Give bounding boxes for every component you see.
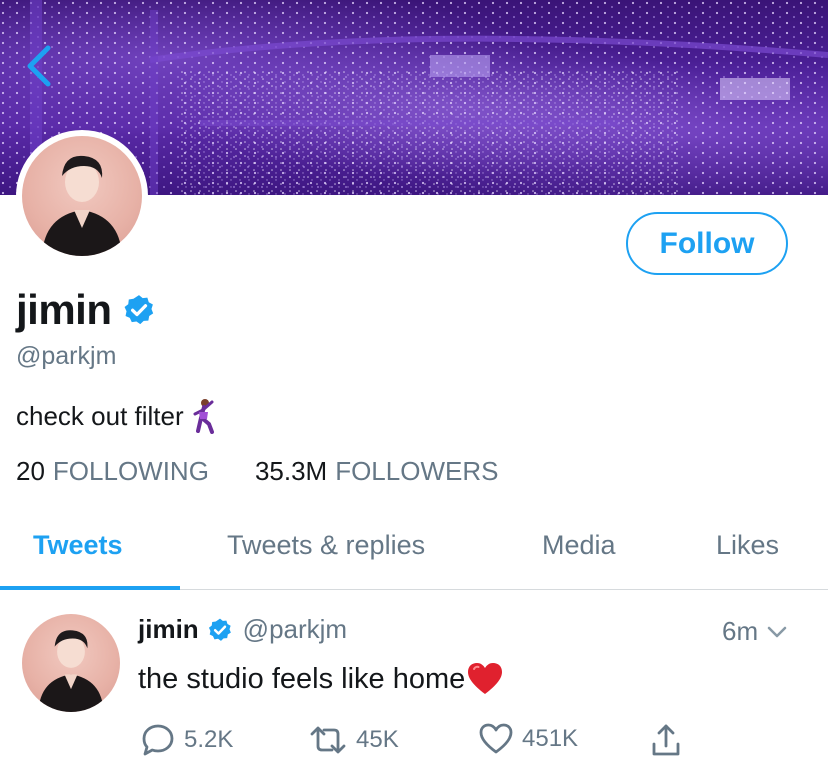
active-tab-indicator [0, 586, 180, 590]
following-label: FOLLOWING [52, 456, 209, 486]
tab-tweets-and-replies[interactable]: Tweets & replies [227, 530, 425, 561]
tab-media[interactable]: Media [542, 530, 616, 561]
tab-likes[interactable]: Likes [716, 530, 779, 561]
followers-stat[interactable]: 35.3M FOLLOWERS [255, 456, 499, 487]
profile-avatar-frame [16, 130, 148, 262]
heart-outline-icon [479, 723, 513, 754]
followers-count: 35.3M [254, 456, 328, 486]
tweet-avatar-person-image [38, 630, 104, 712]
share-button[interactable] [650, 722, 690, 758]
tweet-body: the studio feels like home [138, 662, 503, 696]
retweet-icon [310, 726, 346, 754]
tweet-timestamp-row: 6m [722, 616, 790, 647]
tweet-text: the studio feels like home [138, 662, 466, 695]
retweet-count: 45K [356, 726, 399, 753]
followers-label: FOLLOWERS [335, 456, 499, 486]
tweet-author-name[interactable]: jimin [138, 614, 199, 645]
tweet-avatar[interactable] [22, 614, 120, 712]
red-heart-emoji-icon [468, 663, 503, 694]
profile-stats: 20 FOLLOWING 35.3M FOLLOWERS [16, 456, 498, 487]
verified-badge-icon [124, 295, 153, 325]
following-stat[interactable]: 20 FOLLOWING [16, 456, 209, 487]
bio-text: check out filter [16, 400, 184, 431]
follow-button[interactable]: Follow [626, 212, 788, 275]
reply-button[interactable]: 5.2K [140, 722, 233, 758]
profile-avatar[interactable] [22, 136, 142, 256]
chevron-left-icon [27, 45, 51, 87]
tweet-time: 6m [722, 616, 759, 646]
profile-tabs: Tweets Tweets & replies Media Likes [0, 520, 828, 590]
verified-badge-icon [208, 618, 231, 641]
like-count: 451K [522, 725, 579, 752]
dancer-emoji-icon [193, 399, 214, 434]
tweet-actions: 5.2K 45K 451K [138, 722, 698, 762]
reply-icon [142, 724, 174, 756]
like-button[interactable]: 451K [478, 722, 578, 756]
profile-display-name: jimin [16, 286, 112, 333]
avatar-person-image [42, 155, 122, 256]
following-count: 20 [16, 456, 45, 486]
profile-handle: @parkjm [16, 342, 117, 370]
tweet-author-handle[interactable]: @parkjm [243, 614, 347, 645]
share-icon [652, 724, 680, 756]
chevron-down-icon[interactable] [764, 619, 790, 645]
tab-tweets[interactable]: Tweets [33, 530, 123, 561]
profile-name-row: jimin [16, 286, 156, 334]
profile-bio: check out filter [16, 398, 218, 434]
back-button[interactable] [20, 42, 60, 90]
reply-count: 5.2K [184, 726, 234, 753]
tweet-header: jimin @parkjm [138, 614, 347, 645]
retweet-button[interactable]: 45K [308, 722, 399, 758]
